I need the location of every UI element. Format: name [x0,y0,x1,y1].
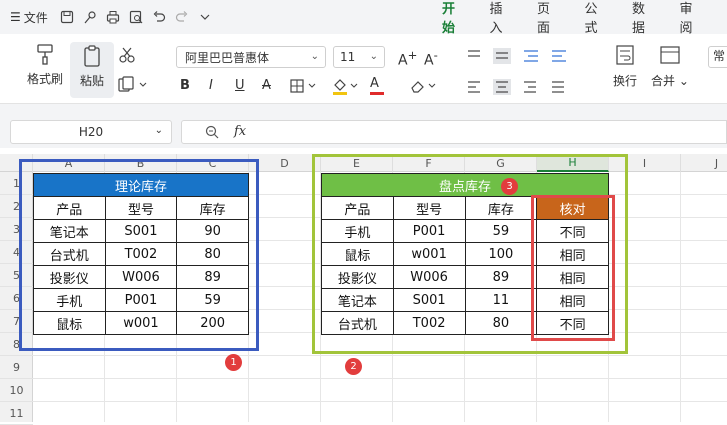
print-preview-icon[interactable] [127,8,145,26]
font-color-label: A [370,76,379,91]
file-menu-label: 文件 [23,10,48,25]
strike-button[interactable]: A [262,78,271,93]
tab-review[interactable]: 审阅 [680,0,700,36]
row-header[interactable]: 10 [0,379,33,402]
merge-label-text: 合并 [651,74,676,88]
chevron-down-icon: ⌄ [369,51,378,62]
merge-button[interactable]: 合并 ⌄ [650,44,690,89]
wrap-button[interactable]: 换行 [610,44,640,89]
eraser-icon[interactable] [410,78,438,94]
font-grow-button[interactable]: A+ [398,48,417,69]
column-header[interactable]: D [249,154,321,172]
tab-page[interactable]: 页面 [537,0,557,36]
underline-button[interactable]: U [235,78,245,93]
badge-3: 3 [501,178,518,195]
highlight-box-red [531,195,615,341]
merge-icon [660,46,680,64]
tab-data[interactable]: 数据 [632,0,652,36]
name-box-value: H20 [78,125,104,139]
badge-2: 2 [345,358,362,375]
brush-icon[interactable] [81,8,99,26]
chevron-down-icon: ⌄ [310,51,319,62]
formula-input[interactable]: fx [181,120,727,144]
badge-1: 1 [225,354,242,371]
clipboard-icon [84,45,100,67]
chevron-down-icon[interactable] [196,8,214,26]
font-name-value: 阿里巴巴普惠体 [185,50,270,65]
save-icon[interactable] [58,8,76,26]
menu-bar: ☰ 文件 开始 插入 页面 公式 数据 审阅 [0,0,727,43]
cut-icon[interactable] [118,46,136,64]
font-size-select[interactable]: 11 ⌄ [333,46,385,68]
wrap-icon [616,45,634,65]
redo-icon[interactable] [173,8,191,26]
highlight-box-blue [19,159,259,351]
font-size-value: 11 [340,50,356,64]
font-color-button[interactable]: A [370,76,384,95]
bold-button[interactable]: B [180,78,190,93]
tab-insert[interactable]: 插入 [490,0,510,36]
ribbon: 格式刷 粘贴 阿里巴巴普惠体 ⌄ 11 ⌄ A+ A- B I U A A 换行… [0,34,727,104]
font-grow-label: A [398,52,408,69]
file-menu[interactable]: ☰ 文件 [10,9,48,26]
zoom-icon[interactable] [204,124,220,140]
italic-button[interactable]: I [209,78,213,93]
fill-color-icon[interactable] [332,77,360,95]
format-painter-label: 格式刷 [26,72,63,86]
paste-label: 粘贴 [79,74,104,88]
font-shrink-label: A [424,52,434,69]
tab-formula[interactable]: 公式 [585,0,605,36]
wrap-label: 换行 [612,74,637,88]
font-shrink-button[interactable]: A- [424,48,438,69]
align-top-icon[interactable] [466,48,586,64]
column-header[interactable]: J [681,154,727,172]
formula-bar: H20 ⌄ fx [0,104,727,148]
chevron-down-icon: ⌄ [154,125,163,136]
number-format-select[interactable]: 常 [708,46,727,68]
format-painter-button[interactable]: 格式刷 [22,42,68,87]
merge-label: 合并 ⌄ [651,74,689,88]
tab-home[interactable]: 开始 [442,0,462,43]
row-header[interactable]: 9 [0,356,33,379]
font-color-swatch [370,92,384,95]
copy-icon[interactable] [118,76,148,94]
name-box[interactable]: H20 ⌄ [10,120,172,144]
font-name-select[interactable]: 阿里巴巴普惠体 ⌄ [176,46,326,68]
hamburger-icon: ☰ [10,10,21,24]
border-icon[interactable] [290,79,318,93]
print-icon[interactable] [104,8,122,26]
align-left-icon[interactable] [466,79,586,95]
fx-icon[interactable]: fx [234,124,246,139]
format-painter-icon [37,44,53,65]
paste-button[interactable]: 粘贴 [70,42,114,98]
undo-icon[interactable] [150,8,168,26]
